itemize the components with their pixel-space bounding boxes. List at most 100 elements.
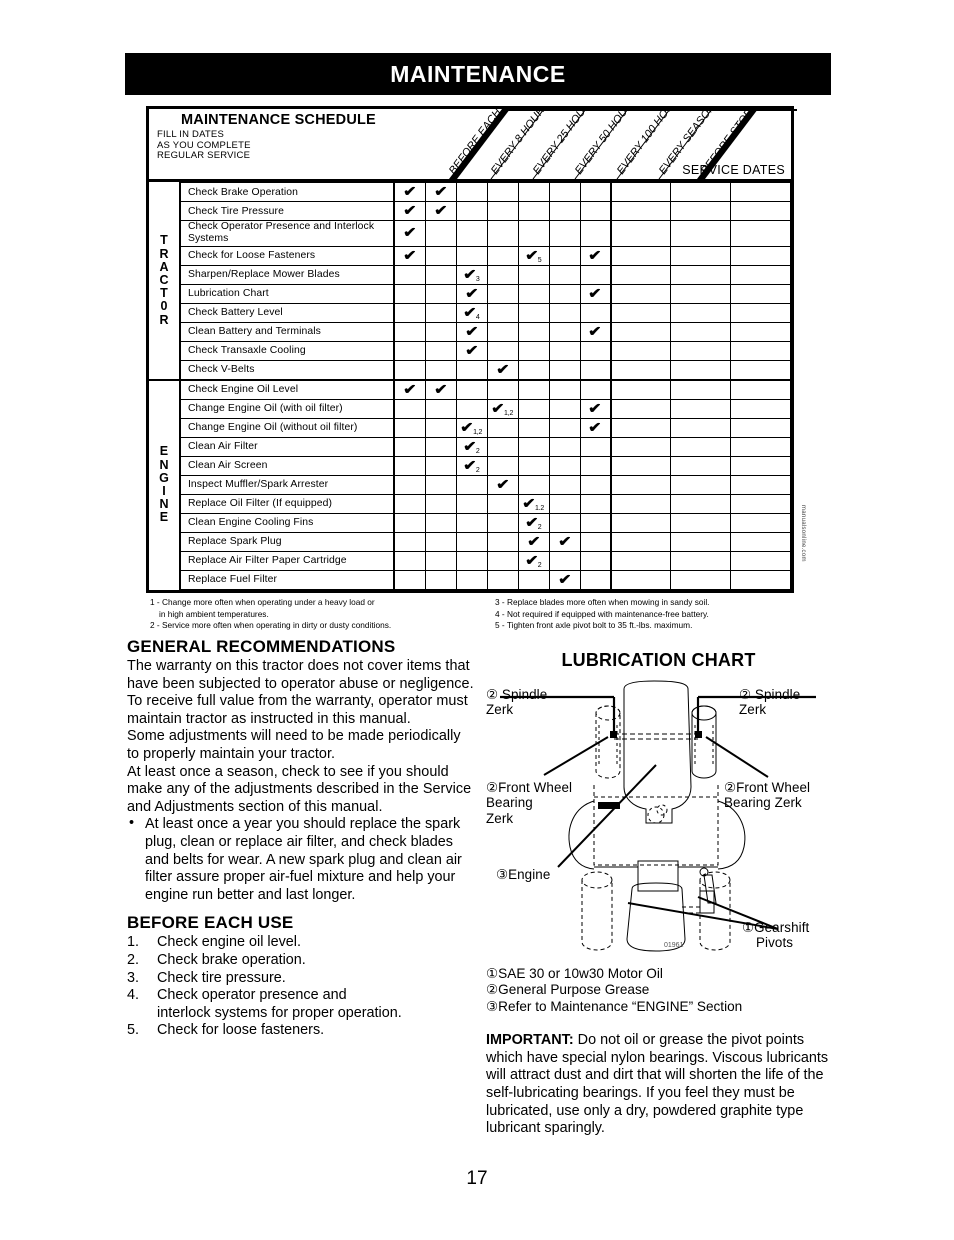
service-date-cell[interactable] bbox=[670, 512, 732, 533]
service-date-cell[interactable] bbox=[730, 340, 791, 361]
empty-cell bbox=[486, 182, 519, 202]
empty-cell bbox=[548, 436, 581, 457]
general-bullet-list: • At least once a year you should replac… bbox=[127, 815, 475, 904]
service-date-cell[interactable] bbox=[730, 378, 791, 400]
service-date-cell[interactable] bbox=[670, 245, 732, 266]
check-icon: ✔ bbox=[588, 284, 603, 301]
service-date-cell[interactable] bbox=[670, 340, 732, 361]
checkmark-cell: ✔ bbox=[424, 182, 457, 202]
service-date-cell[interactable] bbox=[670, 182, 732, 202]
service-date-cell[interactable] bbox=[610, 569, 672, 590]
checkmark-cell: ✔1,2 bbox=[455, 417, 488, 438]
service-date-cell[interactable] bbox=[730, 569, 791, 590]
service-date-cell[interactable] bbox=[730, 283, 791, 304]
service-date-cell[interactable] bbox=[610, 321, 672, 342]
service-date-cell[interactable] bbox=[730, 455, 791, 476]
service-date-cell[interactable] bbox=[670, 398, 732, 419]
table-row: E N G I N E Check Engine Oil Level ✔ ✔ bbox=[149, 378, 791, 590]
empty-cell bbox=[424, 245, 457, 266]
service-date-cell[interactable] bbox=[670, 359, 732, 381]
service-date-cell[interactable] bbox=[670, 474, 732, 495]
service-date-cell[interactable] bbox=[610, 264, 672, 285]
service-date-cell[interactable] bbox=[730, 512, 791, 533]
checkmark-cell: ✔ bbox=[517, 531, 550, 552]
service-date-cell[interactable] bbox=[730, 321, 791, 342]
check-icon: ✔ bbox=[588, 246, 603, 263]
empty-cell bbox=[517, 340, 550, 361]
service-date-cell[interactable] bbox=[610, 474, 672, 495]
service-date-cell[interactable] bbox=[730, 550, 791, 571]
service-date-cell[interactable] bbox=[610, 182, 672, 202]
service-date-cell[interactable] bbox=[610, 283, 672, 304]
service-date-cell[interactable] bbox=[670, 550, 732, 571]
service-date-cell[interactable] bbox=[730, 201, 791, 221]
service-date-cell[interactable] bbox=[730, 417, 791, 438]
empty-cell bbox=[486, 264, 519, 285]
service-date-cell[interactable] bbox=[730, 493, 791, 514]
empty-cell bbox=[393, 474, 426, 495]
service-date-cell[interactable] bbox=[670, 220, 732, 247]
lubrication-legend: ①SAE 30 or 10w30 Motor Oil ②General Purp… bbox=[486, 966, 831, 1015]
service-date-cell[interactable] bbox=[670, 417, 732, 438]
legend-item-1: ①SAE 30 or 10w30 Motor Oil bbox=[486, 966, 663, 981]
service-date-cell[interactable] bbox=[730, 474, 791, 495]
service-date-cell[interactable] bbox=[610, 493, 672, 514]
service-date-cell[interactable] bbox=[610, 531, 672, 552]
service-date-cell[interactable] bbox=[670, 201, 732, 221]
check-icon: ✔ bbox=[434, 183, 448, 199]
service-date-cell[interactable] bbox=[670, 378, 732, 400]
service-date-cell[interactable] bbox=[670, 283, 732, 304]
checkmark-cell: ✔ bbox=[455, 283, 488, 304]
empty-cell bbox=[548, 359, 581, 381]
empty-cell bbox=[548, 321, 581, 342]
service-date-cell[interactable] bbox=[730, 264, 791, 285]
checkmark-cell: ✔1.2 bbox=[517, 493, 550, 514]
list-item: 3. Check tire pressure. bbox=[127, 970, 475, 988]
empty-cell bbox=[393, 264, 426, 285]
task-label: Clean Air Screen bbox=[179, 455, 395, 476]
service-date-cell[interactable] bbox=[610, 302, 672, 323]
checkmark-cell: ✔ bbox=[579, 321, 612, 342]
empty-cell bbox=[517, 474, 550, 495]
service-date-cell[interactable] bbox=[670, 569, 732, 590]
service-date-cell[interactable] bbox=[730, 359, 791, 381]
service-date-cell[interactable] bbox=[730, 245, 791, 266]
service-date-cell[interactable] bbox=[730, 531, 791, 552]
service-date-cell[interactable] bbox=[610, 359, 672, 381]
service-date-cell[interactable] bbox=[730, 220, 791, 247]
service-date-cell[interactable] bbox=[670, 493, 732, 514]
service-date-cell[interactable] bbox=[730, 398, 791, 419]
service-date-cell[interactable] bbox=[610, 201, 672, 221]
service-date-cell[interactable] bbox=[610, 340, 672, 361]
service-date-cell[interactable] bbox=[610, 550, 672, 571]
service-date-cell[interactable] bbox=[730, 436, 791, 457]
service-date-cell[interactable] bbox=[610, 455, 672, 476]
service-date-cell[interactable] bbox=[730, 302, 791, 323]
checkmark-cell: ✔ bbox=[486, 474, 519, 495]
service-date-cell[interactable] bbox=[670, 321, 732, 342]
service-date-cell[interactable] bbox=[610, 417, 672, 438]
table-row: Check Transaxle Cooling ✔ bbox=[149, 340, 791, 361]
empty-cell bbox=[393, 455, 426, 476]
service-date-cell[interactable] bbox=[670, 264, 732, 285]
service-date-cell[interactable] bbox=[730, 182, 791, 202]
empty-cell bbox=[548, 302, 581, 323]
service-date-cell[interactable] bbox=[610, 436, 672, 457]
list-item-number: 4. bbox=[127, 987, 140, 1004]
service-date-cell[interactable] bbox=[670, 436, 732, 457]
service-date-cell[interactable] bbox=[610, 378, 672, 400]
service-date-cell[interactable] bbox=[610, 245, 672, 266]
footnote-ref: 1.2 bbox=[534, 504, 545, 512]
service-date-cell[interactable] bbox=[670, 531, 732, 552]
service-date-cell[interactable] bbox=[610, 398, 672, 419]
schedule-subtitle: FILL IN DATES AS YOU COMPLETE REGULAR SE… bbox=[157, 129, 376, 162]
service-date-cell[interactable] bbox=[670, 302, 732, 323]
service-date-cell[interactable] bbox=[610, 220, 672, 247]
checkmark-cell: ✔ bbox=[393, 220, 426, 247]
empty-cell bbox=[486, 512, 519, 533]
checkmark-cell: ✔ bbox=[548, 569, 581, 590]
service-date-cell[interactable] bbox=[670, 455, 732, 476]
empty-cell bbox=[393, 398, 426, 419]
empty-cell bbox=[455, 398, 488, 419]
service-date-cell[interactable] bbox=[610, 512, 672, 533]
